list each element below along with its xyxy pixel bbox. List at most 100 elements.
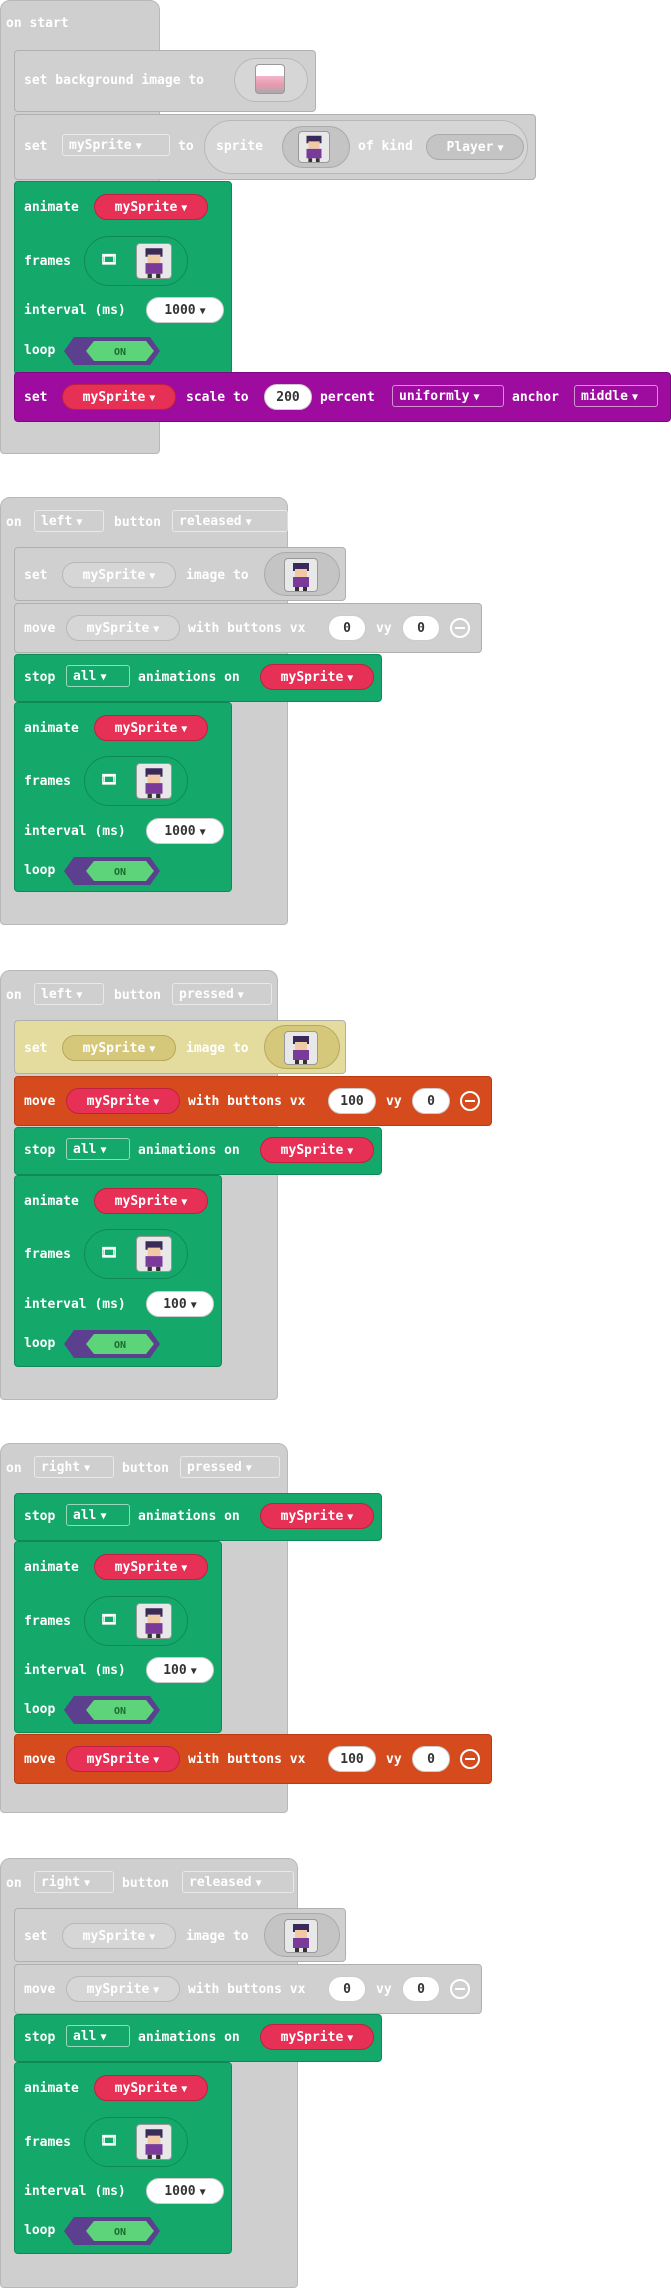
film-icon: 🎞 [100, 1245, 118, 1261]
animation-type-dropdown[interactable]: all ▼ [66, 2025, 130, 2047]
stop-label: stop [24, 1509, 56, 1524]
sprite-variable-pill[interactable]: mySprite ▼ [62, 384, 176, 410]
vy-label: vy [376, 1982, 392, 1997]
set-background-label: set background image to [24, 73, 205, 88]
bg-image-thumbnail[interactable] [255, 64, 285, 94]
film-icon: 🎞 [100, 1612, 118, 1628]
remove-param-icon[interactable] [450, 618, 470, 638]
variable-dropdown[interactable]: mySprite ▼ [62, 134, 170, 156]
on-label: on [6, 988, 22, 1003]
button-dropdown[interactable]: left ▼ [34, 983, 104, 1005]
kind-dropdown[interactable]: Player ▼ [426, 134, 524, 160]
scale-value-input[interactable]: 200 [264, 384, 312, 410]
sprite-variable-pill[interactable]: mySprite ▼ [260, 664, 374, 690]
anchor-label: anchor [512, 390, 559, 405]
animation-type-dropdown[interactable]: all ▼ [66, 665, 130, 687]
frames-image-thumbnail[interactable] [136, 763, 172, 799]
set-label: set [24, 1929, 48, 1944]
image-thumbnail[interactable] [284, 558, 318, 592]
percent-label: percent [320, 390, 375, 405]
animate-label: animate [24, 2081, 79, 2096]
vy-input[interactable]: 0 [402, 1976, 440, 2002]
set-label: set [24, 1041, 48, 1056]
vx-input[interactable]: 0 [328, 615, 366, 641]
interval-label: interval (ms) [24, 1663, 126, 1678]
animate-label: animate [24, 1560, 79, 1575]
button-dropdown[interactable]: right ▼ [34, 1456, 114, 1478]
film-icon: 🎞 [100, 2133, 118, 2149]
sprite-variable-pill[interactable]: mySprite ▼ [66, 1746, 180, 1772]
sprite-variable-pill[interactable]: mySprite ▼ [94, 1554, 208, 1580]
button-dropdown[interactable]: left ▼ [34, 510, 104, 532]
image-to-label: image to [186, 1929, 249, 1944]
loop-label: loop [24, 2223, 56, 2238]
sprite-variable-pill[interactable]: mySprite ▼ [66, 1088, 180, 1114]
animation-type-dropdown[interactable]: all ▼ [66, 1138, 130, 1160]
sprite-variable-pill[interactable]: mySprite ▼ [62, 1923, 176, 1949]
interval-dropdown[interactable]: 100 ▼ [146, 1291, 214, 1317]
vy-input[interactable]: 0 [412, 1746, 450, 1772]
loop-toggle[interactable]: ON [64, 2217, 160, 2245]
image-to-label: image to [186, 568, 249, 583]
interval-dropdown[interactable]: 100 ▼ [146, 1657, 214, 1683]
interval-label: interval (ms) [24, 824, 126, 839]
sprite-variable-pill[interactable]: mySprite ▼ [66, 1976, 180, 2002]
frames-image-thumbnail[interactable] [136, 243, 172, 279]
film-icon: 🎞 [100, 772, 118, 788]
with-buttons-vx-label: with buttons vx [188, 1752, 306, 1767]
sprite-label: sprite [216, 139, 263, 154]
sprite-variable-pill[interactable]: mySprite ▼ [62, 562, 176, 588]
interval-dropdown[interactable]: 1000 ▼ [146, 297, 224, 323]
remove-param-icon[interactable] [450, 1979, 470, 1999]
vx-input[interactable]: 100 [328, 1746, 376, 1772]
of-kind-label: of kind [358, 139, 413, 154]
loop-toggle[interactable]: ON [64, 337, 160, 365]
vx-input[interactable]: 100 [328, 1088, 376, 1114]
loop-toggle[interactable]: ON [64, 857, 160, 885]
sprite-variable-pill[interactable]: mySprite ▼ [94, 2075, 208, 2101]
vx-input[interactable]: 0 [328, 1976, 366, 2002]
sprite-variable-pill[interactable]: mySprite ▼ [66, 615, 180, 641]
remove-param-icon[interactable] [460, 1091, 480, 1111]
interval-dropdown[interactable]: 1000 ▼ [146, 818, 224, 844]
event-dropdown[interactable]: released ▼ [182, 1871, 294, 1893]
image-thumbnail[interactable] [284, 1031, 318, 1065]
frames-image-thumbnail[interactable] [136, 1236, 172, 1272]
loop-toggle[interactable]: ON [64, 1696, 160, 1724]
sprite-variable-pill[interactable]: mySprite ▼ [94, 715, 208, 741]
sprite-variable-pill[interactable]: mySprite ▼ [62, 1035, 176, 1061]
frames-image-thumbnail[interactable] [136, 2124, 172, 2160]
loop-toggle[interactable]: ON [64, 1330, 160, 1358]
sprite-variable-pill[interactable]: mySprite ▼ [260, 1503, 374, 1529]
sprite-variable-pill[interactable]: mySprite ▼ [260, 1137, 374, 1163]
interval-label: interval (ms) [24, 2184, 126, 2199]
image-thumbnail[interactable] [284, 1919, 318, 1953]
button-label: button [122, 1461, 169, 1476]
remove-param-icon[interactable] [460, 1749, 480, 1769]
scale-direction-dropdown[interactable]: uniformly ▼ [392, 385, 504, 407]
sprite-variable-pill[interactable]: mySprite ▼ [94, 194, 208, 220]
anchor-dropdown[interactable]: middle ▼ [574, 385, 658, 407]
sprite-image-thumbnail[interactable] [298, 131, 330, 163]
event-dropdown[interactable]: pressed ▼ [172, 983, 272, 1005]
move-label: move [24, 621, 56, 636]
vy-input[interactable]: 0 [412, 1088, 450, 1114]
loop-label: loop [24, 1336, 56, 1351]
interval-dropdown[interactable]: 1000 ▼ [146, 2178, 224, 2204]
event-dropdown[interactable]: pressed ▼ [180, 1456, 280, 1478]
button-dropdown[interactable]: right ▼ [34, 1871, 114, 1893]
frames-image-thumbnail[interactable] [136, 1603, 172, 1639]
animate-label: animate [24, 200, 79, 215]
event-dropdown[interactable]: released ▼ [172, 510, 288, 532]
on-start-label: on start [6, 16, 69, 31]
vy-input[interactable]: 0 [402, 615, 440, 641]
sprite-variable-pill[interactable]: mySprite ▼ [260, 2024, 374, 2050]
frames-label: frames [24, 1247, 71, 1262]
loop-label: loop [24, 343, 56, 358]
frames-label: frames [24, 774, 71, 789]
stop-label: stop [24, 1143, 56, 1158]
toggle-on-text: ON [114, 1706, 126, 1717]
animation-type-dropdown[interactable]: all ▼ [66, 1504, 130, 1526]
sprite-variable-pill[interactable]: mySprite ▼ [94, 1188, 208, 1214]
with-buttons-vx-label: with buttons vx [188, 1982, 306, 1997]
